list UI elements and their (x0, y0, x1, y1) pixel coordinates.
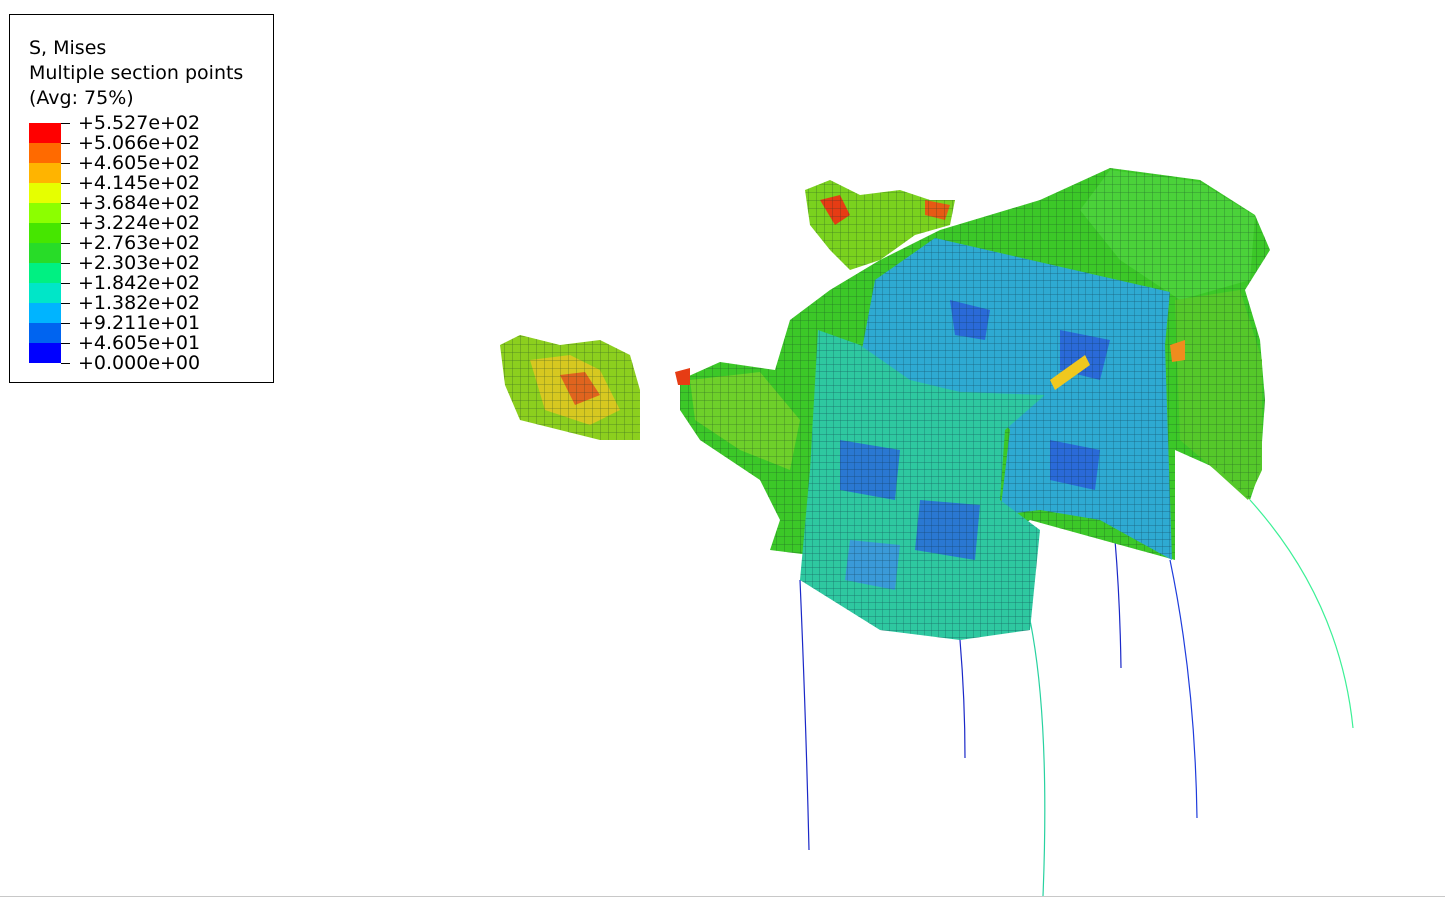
viewport-bottom-edge (0, 896, 1445, 897)
model-viewport (500, 168, 1354, 897)
debris-fragment-left (500, 335, 640, 440)
